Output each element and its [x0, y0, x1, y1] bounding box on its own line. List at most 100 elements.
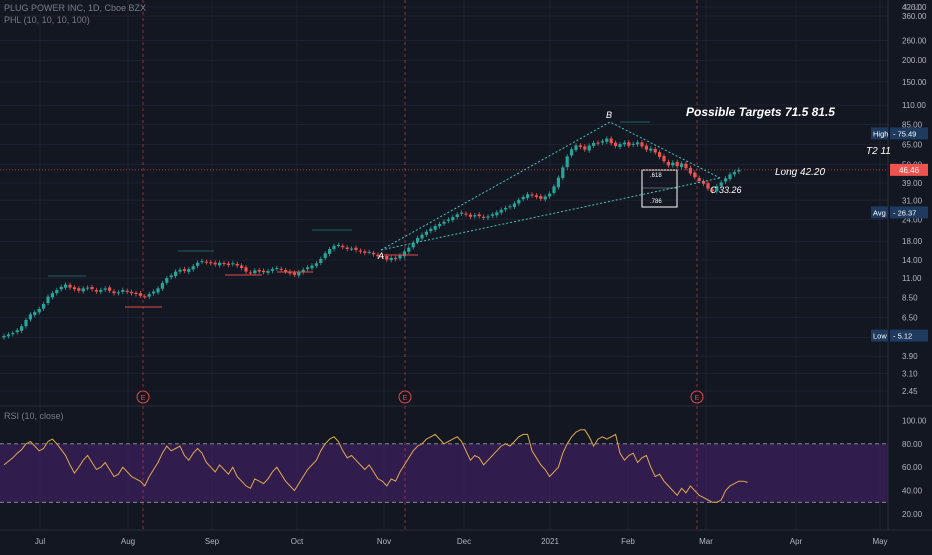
price-tick-label: 14.00 [902, 256, 923, 265]
candle-body [196, 262, 200, 266]
candle-body [565, 156, 569, 168]
candle-body [156, 288, 160, 293]
candle-body [332, 245, 336, 250]
candle-body [200, 261, 204, 263]
candle-body [649, 148, 653, 151]
price-tick-label: 8.50 [902, 294, 918, 303]
time-tick-label: Feb [621, 537, 635, 546]
candle-body [389, 257, 393, 261]
candle-body [609, 138, 613, 144]
low-price-badge-value: - 5.12 [893, 332, 912, 341]
candle-body [548, 193, 552, 197]
candle-body [143, 296, 147, 298]
candle-body [534, 195, 538, 197]
chart-stage[interactable]: E E E A B C 33.26 .618 .786 Possible Targets 71… [0, 0, 932, 550]
price-tick-label: 65.00 [902, 141, 923, 150]
price-tick-label: 31.00 [902, 196, 923, 205]
candle-body [367, 251, 371, 253]
candle-body [433, 226, 437, 230]
candle-body [446, 219, 450, 221]
rsi-tick-label: 60.00 [902, 463, 923, 472]
candle-body [248, 272, 252, 274]
candle-body [358, 250, 362, 252]
candle-body [407, 247, 411, 252]
time-tick-label: Jul [35, 537, 45, 546]
candle-body [556, 177, 560, 188]
candle-body [116, 292, 120, 294]
candle-body [512, 203, 516, 207]
candle-body [438, 224, 442, 227]
candle-body [284, 270, 288, 272]
candles-layer [2, 136, 741, 340]
time-axis[interactable]: Jul Aug Sep Oct Nov Dec 2021 Feb Mar Apr May [35, 537, 888, 546]
candle-body [59, 286, 63, 290]
candle-body [213, 262, 217, 265]
candle-body [341, 245, 345, 248]
candle-body [578, 145, 582, 147]
candle-body [310, 265, 314, 269]
rsi-tick-label: 20.00 [902, 510, 923, 519]
candle-body [28, 314, 32, 320]
candle-body [451, 217, 455, 221]
candle-body [134, 292, 138, 295]
candle-body [724, 178, 728, 182]
symbol-title: PLUG POWER INC, 1D, Cboe BZX [4, 3, 147, 13]
candle-body [684, 163, 688, 169]
candle-body [460, 212, 464, 214]
candle-body [112, 291, 116, 294]
candle-body [416, 237, 420, 242]
avg-price-badge-label: Avg [873, 208, 886, 217]
candle-body [680, 163, 684, 168]
candle-body [99, 289, 103, 292]
candle-body [592, 142, 596, 146]
price-tick-label: 2.45 [902, 387, 918, 396]
candle-body [640, 142, 644, 147]
candle-body [68, 284, 72, 288]
time-tick-label: 2021 [541, 537, 559, 546]
t2-note: T2 11 [866, 146, 891, 157]
candle-body [336, 244, 340, 246]
chart-svg[interactable]: E E E A B C 33.26 .618 .786 Possible Targets 71… [0, 0, 932, 550]
rsi-tick-label: 80.00 [902, 440, 923, 449]
candle-body [688, 167, 692, 174]
candle-body [574, 145, 578, 150]
time-tick-label: Aug [121, 537, 135, 546]
low-price-badge: Low - 5.12 [871, 329, 928, 342]
candle-body [495, 212, 499, 216]
price-tick-label: 18.00 [902, 237, 923, 246]
candle-body [424, 231, 428, 235]
candle-body [504, 207, 508, 210]
rsi-title: RSI (10, close) [4, 411, 64, 421]
candle-body [402, 251, 406, 257]
time-tick-label: Nov [377, 537, 391, 546]
candle-body [108, 287, 112, 291]
candle-body [270, 269, 274, 271]
candle-body [130, 291, 134, 294]
candle-body [530, 194, 534, 196]
candle-body [539, 196, 543, 199]
candle-body [257, 270, 261, 272]
rsi-tick-label: 100.00 [902, 416, 927, 425]
time-tick-label: Sep [205, 537, 220, 546]
candle-body [42, 303, 46, 309]
candle-body [697, 177, 701, 182]
candle-body [600, 141, 604, 143]
event-marker-label: E [141, 395, 146, 402]
candle-body [354, 247, 358, 250]
candle-body [394, 257, 398, 259]
candle-body [314, 263, 318, 266]
candle-body [350, 248, 354, 250]
candle-body [468, 214, 472, 217]
candle-body [169, 275, 173, 278]
candle-body [658, 152, 662, 157]
candle-body [732, 172, 736, 175]
candle-body [178, 269, 182, 272]
candle-body [328, 249, 332, 254]
high-price-badge: High - 75.49 [871, 127, 928, 140]
high-price-badge-value: - 75.49 [893, 129, 916, 138]
price-tick-label: 39.00 [902, 179, 923, 188]
point-c-label: C 33.26 [710, 185, 742, 195]
candle-body [103, 288, 107, 290]
last-price-badge: 46.46 [890, 163, 928, 176]
overlays-layer: A B C 33.26 .618 .786 Possible Targets 71.5 8… [0, 105, 891, 308]
